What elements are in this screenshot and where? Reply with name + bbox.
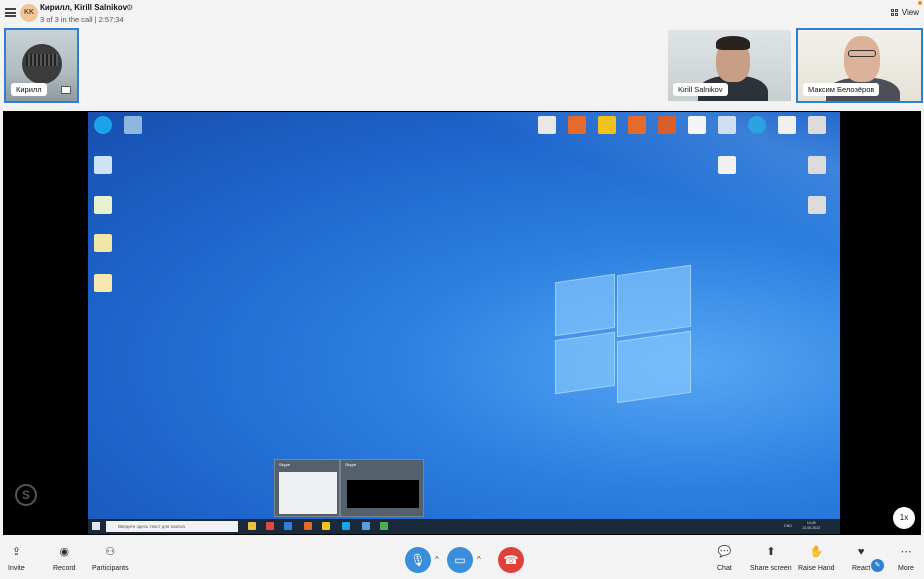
record-label: Record bbox=[53, 565, 76, 572]
grid-icon bbox=[890, 8, 899, 17]
participant-tile-self[interactable]: Кирилл bbox=[4, 28, 79, 103]
speed-badge[interactable]: 1x bbox=[893, 507, 915, 529]
invite-label: Invite bbox=[8, 565, 25, 572]
phone-hangup-icon: ☎ bbox=[503, 553, 519, 567]
taskbar-app-2[interactable] bbox=[266, 522, 274, 530]
record-icon: ◉ bbox=[59, 546, 70, 558]
taskbar: Введите здесь текст для поиска ENG 14:45… bbox=[88, 519, 840, 534]
react-label: React bbox=[852, 565, 871, 572]
participant-tile-maxim[interactable]: Максим Белозёров bbox=[796, 28, 923, 103]
video-button[interactable]: ▭ bbox=[447, 547, 473, 573]
view-label: View bbox=[901, 8, 919, 17]
desktop-icon-l[interactable] bbox=[808, 196, 826, 214]
desktop-icon-k[interactable] bbox=[808, 156, 826, 174]
more-icon: ⋯ bbox=[900, 546, 912, 558]
taskbar-app-skype[interactable] bbox=[342, 522, 350, 530]
microphone-icon: 🎙 bbox=[410, 553, 426, 567]
share-icon: ⇪ bbox=[11, 546, 21, 558]
hamburger-icon[interactable] bbox=[5, 8, 16, 17]
glasses bbox=[848, 50, 876, 57]
desktop-icon-doc-2[interactable] bbox=[94, 274, 112, 292]
taskbar-search[interactable]: Введите здесь текст для поиска bbox=[106, 521, 238, 532]
notification-dot bbox=[918, 1, 922, 5]
call-status: 3 of 3 in the call | 2:57:34 bbox=[40, 15, 124, 24]
mic-options-caret[interactable]: ^ bbox=[435, 555, 439, 564]
share-screen-label: Share screen bbox=[750, 565, 792, 572]
desktop-icon-i[interactable] bbox=[808, 116, 826, 134]
video-camera-icon: ▭ bbox=[454, 553, 466, 567]
preview-title: Skype bbox=[279, 462, 291, 467]
view-button[interactable]: View bbox=[890, 8, 919, 17]
heart-icon: ♥ bbox=[857, 546, 865, 558]
taskbar-app-1[interactable] bbox=[248, 522, 256, 530]
pen-icon[interactable]: ✎ bbox=[871, 559, 884, 572]
desktop-icon-recycle-bin[interactable] bbox=[124, 116, 142, 134]
taskbar-clock[interactable]: 14:45 22.06.2022 bbox=[802, 521, 820, 531]
desktop-icon-d[interactable] bbox=[628, 116, 646, 134]
participant-name: Kirill Salnikov bbox=[673, 83, 728, 96]
start-button[interactable] bbox=[92, 522, 100, 530]
taskbar-preview[interactable]: Skype bbox=[274, 459, 340, 517]
desktop-icon-skype[interactable] bbox=[94, 116, 112, 134]
desktop-icon-b[interactable] bbox=[568, 116, 586, 134]
call-title: Кирилл, Kirill Salnikov bbox=[40, 3, 128, 12]
desktop-icon-g[interactable] bbox=[718, 116, 736, 134]
desktop-icon-e[interactable] bbox=[658, 116, 676, 134]
taskbar-date: 22.06.2022 bbox=[802, 526, 820, 530]
react-button[interactable]: ♥ React bbox=[852, 546, 870, 572]
desktop-icon-file[interactable] bbox=[94, 156, 112, 174]
desktop-icon-f[interactable] bbox=[688, 116, 706, 134]
record-button[interactable]: ◉ Record bbox=[53, 546, 76, 572]
taskbar-app-6[interactable] bbox=[362, 522, 370, 530]
taskbar-lang[interactable]: ENG bbox=[784, 524, 792, 528]
shared-screen: Skype Skype Введите здесь текст для поис… bbox=[3, 111, 921, 535]
participant-face bbox=[844, 36, 880, 82]
screen-share-icon bbox=[61, 86, 71, 94]
hand-icon: ✋ bbox=[809, 546, 824, 558]
hangup-button[interactable]: ☎ bbox=[498, 547, 524, 573]
participants-button[interactable]: ⚇ Participants bbox=[92, 546, 129, 572]
avatar[interactable]: KK bbox=[20, 4, 38, 22]
chat-icon: 💬 bbox=[717, 546, 732, 558]
shared-desktop: Skype Skype Введите здесь текст для поис… bbox=[88, 112, 840, 534]
participants-label: Participants bbox=[92, 565, 129, 572]
desktop-icon-c[interactable] bbox=[598, 116, 616, 134]
call-header: KK Кирилл, Kirill Salnikov ⚙ 3 of 3 in t… bbox=[0, 0, 924, 28]
desktop-icon-j[interactable] bbox=[718, 156, 736, 174]
raise-hand-label: Raise Hand bbox=[798, 565, 835, 572]
share-screen-icon: ⬆ bbox=[766, 546, 776, 558]
raise-hand-button[interactable]: ✋ Raise Hand bbox=[798, 546, 835, 572]
microphone-button[interactable]: 🎙 bbox=[405, 547, 431, 573]
chat-button[interactable]: 💬 Chat bbox=[717, 546, 732, 572]
taskbar-app-7[interactable] bbox=[380, 522, 388, 530]
settings-icon[interactable]: ⚙ bbox=[126, 3, 133, 12]
video-options-caret[interactable]: ^ bbox=[477, 555, 481, 564]
desktop-icon-telegram[interactable] bbox=[748, 116, 766, 134]
windows-logo bbox=[555, 262, 693, 404]
participant-hair bbox=[716, 36, 750, 50]
invite-button[interactable]: ⇪ Invite bbox=[8, 546, 25, 572]
desktop-icon-a[interactable] bbox=[538, 116, 556, 134]
taskbar-app-3[interactable] bbox=[284, 522, 292, 530]
participant-tile-kirill[interactable]: Kirill Salnikov bbox=[666, 28, 793, 103]
taskbar-app-5[interactable] bbox=[322, 522, 330, 530]
chat-label: Chat bbox=[717, 565, 732, 572]
taskbar-app-4[interactable] bbox=[304, 522, 312, 530]
participant-name: Кирилл bbox=[11, 83, 47, 96]
preview-title: Skype bbox=[345, 462, 357, 467]
taskbar-preview-2[interactable]: Skype bbox=[340, 459, 424, 517]
participant-video bbox=[22, 44, 62, 84]
desktop-icon-doc[interactable] bbox=[94, 234, 112, 252]
desktop-icon-app[interactable] bbox=[94, 196, 112, 214]
call-toolbar: ⇪ Invite ◉ Record ⚇ Participants 🎙 ^ ▭ ^… bbox=[0, 538, 924, 579]
people-icon: ⚇ bbox=[105, 546, 116, 558]
participant-name: Максим Белозёров bbox=[803, 83, 880, 96]
share-screen-button[interactable]: ⬆ Share screen bbox=[750, 546, 792, 572]
more-label: More bbox=[898, 565, 914, 572]
skype-logo-icon: S bbox=[15, 484, 37, 506]
more-button[interactable]: ⋯ More bbox=[898, 546, 914, 572]
desktop-icon-h[interactable] bbox=[778, 116, 796, 134]
